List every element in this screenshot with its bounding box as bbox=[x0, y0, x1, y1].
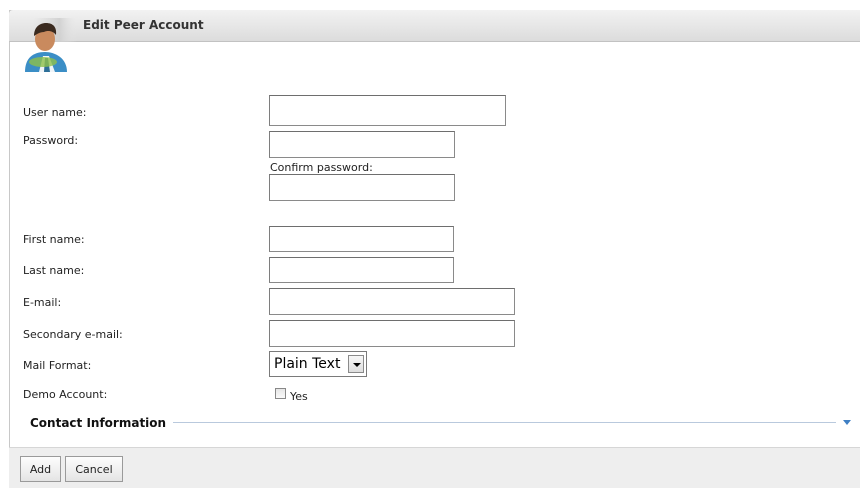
page-title: Edit Peer Account bbox=[83, 18, 204, 32]
last-name-input[interactable] bbox=[269, 257, 454, 283]
demo-account-label: Demo Account: bbox=[23, 388, 108, 401]
expand-arrow-icon[interactable] bbox=[843, 420, 851, 425]
password-label: Password: bbox=[23, 134, 79, 147]
secondary-email-input[interactable] bbox=[269, 320, 515, 347]
contact-information-heading[interactable]: Contact Information bbox=[30, 416, 166, 430]
email-label: E-mail: bbox=[23, 296, 62, 309]
first-name-label: First name: bbox=[23, 233, 85, 246]
chevron-down-icon[interactable] bbox=[348, 355, 364, 373]
form-footer bbox=[9, 447, 860, 488]
mail-format-select[interactable]: Plain Text bbox=[269, 351, 367, 377]
email-input[interactable] bbox=[269, 288, 515, 315]
cancel-button[interactable]: Cancel bbox=[65, 456, 123, 482]
confirm-password-input[interactable] bbox=[269, 174, 455, 201]
add-button[interactable]: Add bbox=[20, 456, 61, 482]
username-label: User name: bbox=[23, 106, 87, 119]
secondary-email-label: Secondary e-mail: bbox=[23, 328, 123, 341]
demo-account-checkbox[interactable] bbox=[275, 388, 286, 399]
username-input[interactable] bbox=[269, 95, 506, 126]
section-divider bbox=[173, 422, 836, 423]
first-name-input[interactable] bbox=[269, 226, 454, 252]
mail-format-selected-value: Plain Text bbox=[274, 356, 341, 372]
demo-account-yes-label[interactable]: Yes bbox=[290, 390, 308, 403]
mail-format-label: Mail Format: bbox=[23, 359, 92, 372]
confirm-password-label: Confirm password: bbox=[270, 161, 373, 174]
password-input[interactable] bbox=[269, 131, 455, 158]
last-name-label: Last name: bbox=[23, 264, 85, 277]
user-avatar-icon bbox=[25, 18, 77, 72]
